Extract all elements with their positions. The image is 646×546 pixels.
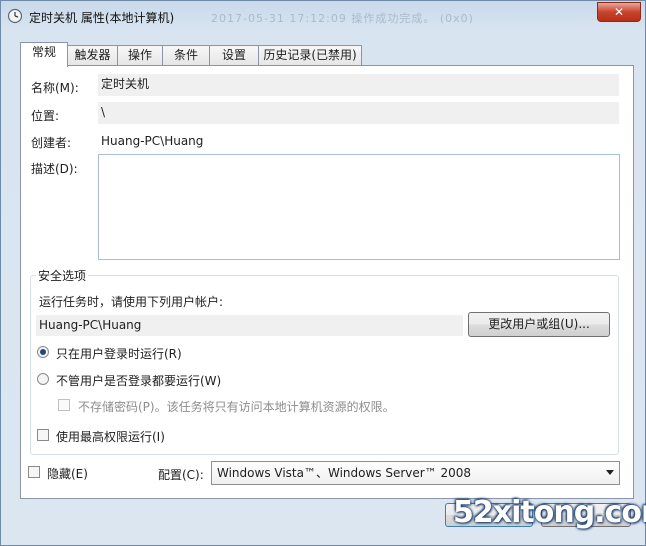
- title-bar[interactable]: 定时关机 属性(本地计算机) 2017-05-31 17:12:09 操作成功完…: [1, 1, 646, 33]
- tab-conditions[interactable]: 条件: [162, 45, 210, 65]
- change-user-button[interactable]: 更改用户或组(U)...: [468, 312, 610, 337]
- tab-history[interactable]: 历史记录(已禁用): [258, 45, 362, 65]
- configure-selected-value: Windows Vista™、Windows Server™ 2008: [217, 466, 472, 480]
- name-label: 名称(M):: [31, 81, 79, 95]
- run-only-logged-on-radio[interactable]: [37, 346, 49, 358]
- tab-general[interactable]: 常规: [20, 42, 68, 67]
- window-title: 定时关机 属性(本地计算机): [29, 11, 175, 25]
- dont-store-password-label[interactable]: 不存储密码(P)。该任务将只有访问本地计算机资源的权限。: [78, 398, 395, 415]
- dont-store-password-checkbox[interactable]: [58, 399, 70, 411]
- author-label: 创建者:: [31, 136, 72, 150]
- run-whether-logged-on-radio[interactable]: [37, 373, 49, 385]
- user-account-field: Huang-PC\Huang: [36, 315, 463, 336]
- description-textarea[interactable]: [98, 154, 620, 260]
- tab-actions[interactable]: 操作: [117, 45, 163, 65]
- author-value: Huang-PC\Huang: [101, 134, 204, 148]
- tab-triggers[interactable]: 触发器: [67, 45, 118, 65]
- run-whether-logged-on-label[interactable]: 不管用户是否登录都要运行(W): [56, 372, 221, 389]
- background-window-text: 2017-05-31 17:12:09 操作成功完成。 (0x0): [211, 12, 474, 25]
- security-options-title: 安全选项: [36, 267, 89, 284]
- run-only-logged-on-label[interactable]: 只在用户登录时运行(R): [56, 345, 182, 362]
- hidden-checkbox[interactable]: [28, 466, 40, 478]
- watermark-logo: 52xitong.com: [453, 495, 646, 530]
- configure-for-select[interactable]: Windows Vista™、Windows Server™ 2008: [211, 461, 620, 485]
- task-properties-window: 定时关机 属性(本地计算机) 2017-05-31 17:12:09 操作成功完…: [0, 0, 646, 546]
- run-as-prompt: 运行任务时，请使用下列用户帐户:: [39, 295, 224, 309]
- radio-selected-dot: [40, 349, 46, 355]
- hidden-label[interactable]: 隐藏(E): [47, 465, 88, 482]
- tab-settings[interactable]: 设置: [209, 45, 259, 65]
- location-label: 位置:: [31, 109, 60, 123]
- highest-privileges-label[interactable]: 使用最高权限运行(I): [56, 428, 165, 445]
- location-field[interactable]: \: [98, 102, 619, 124]
- clock-icon: [7, 8, 23, 24]
- highest-privileges-checkbox[interactable]: [37, 429, 49, 441]
- close-button[interactable]: ✕: [597, 2, 641, 22]
- configure-label: 配置(C):: [158, 468, 204, 482]
- description-label: 描述(D):: [31, 162, 78, 176]
- chevron-down-icon: [606, 470, 614, 475]
- name-field[interactable]: 定时关机: [98, 74, 619, 96]
